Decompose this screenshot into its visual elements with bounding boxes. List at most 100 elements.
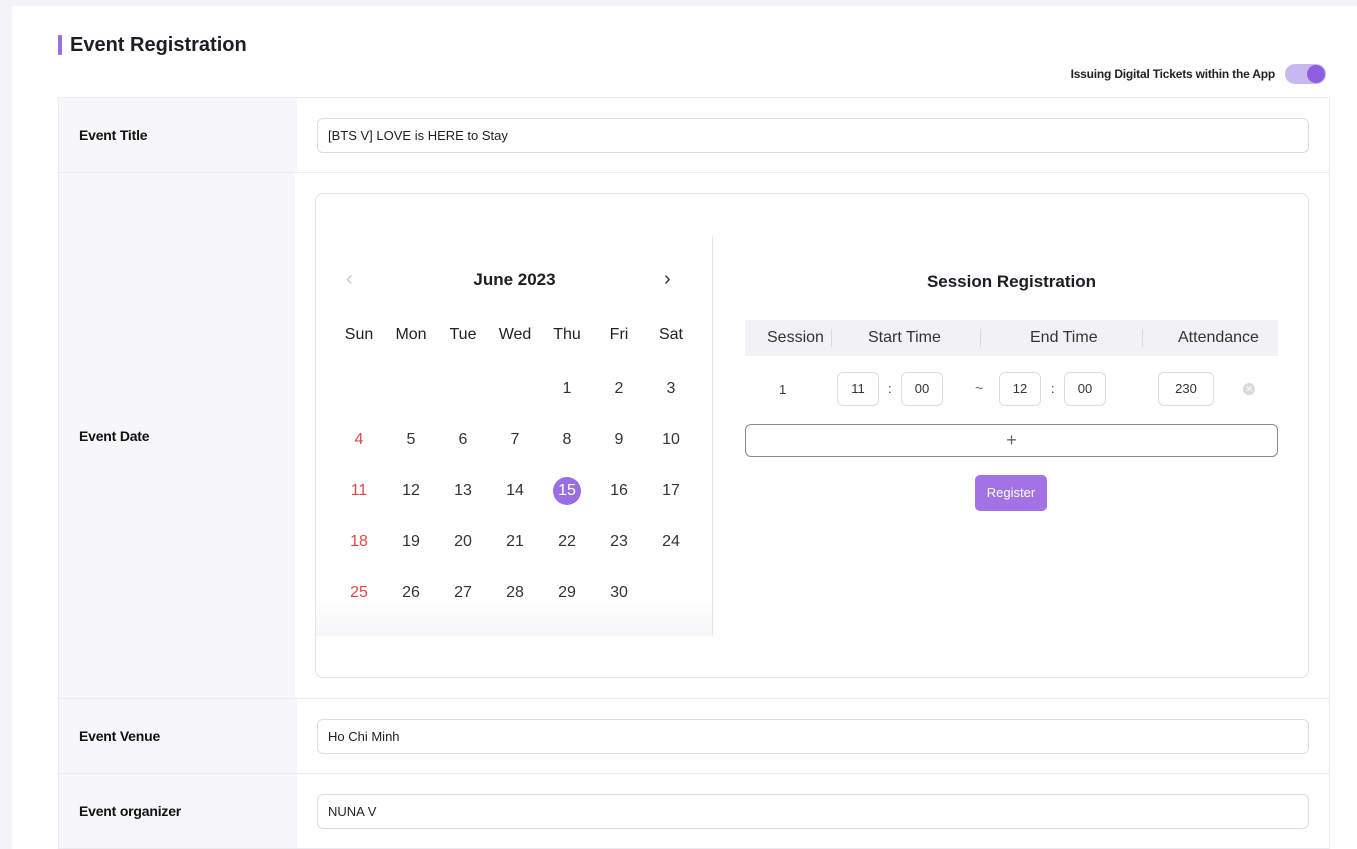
calendar-month: June 2023 [473, 270, 556, 289]
toggle-knob [1307, 65, 1325, 83]
calendar-day[interactable]: 21 [489, 528, 541, 556]
date-picker-panel: ‹ June 2023 › Sun Mon Tue Wed Thu Fri Sa… [315, 193, 1309, 678]
calendar-day[interactable]: 6 [437, 426, 489, 454]
start-hour-input[interactable]: 11 [837, 372, 879, 406]
event-date-cell: ‹ June 2023 › Sun Mon Tue Wed Thu Fri Sa… [295, 173, 1329, 698]
calendar-grid: Sun Mon Tue Wed Thu Fri Sat 1 2 3 4 5 6 … [333, 316, 703, 622]
calendar-day[interactable] [489, 375, 541, 403]
calendar-day[interactable]: 23 [593, 528, 645, 556]
session-number: 1 [779, 382, 787, 397]
calendar-day-selected[interactable]: 15 [541, 477, 593, 505]
register-button[interactable]: Register [975, 475, 1047, 511]
page-title-text: Event Registration [70, 33, 247, 56]
end-minute-input[interactable]: 00 [1064, 372, 1106, 406]
time-range-separator: ~ [975, 380, 984, 396]
calendar-day[interactable]: 22 [541, 528, 593, 556]
calendar-day[interactable]: 10 [645, 426, 697, 454]
weekday-label: Mon [395, 326, 427, 343]
calendar-week: 11 12 13 14 15 16 17 [333, 469, 703, 520]
calendar-day[interactable]: 8 [541, 426, 593, 454]
calendar-day[interactable]: 19 [385, 528, 437, 556]
attendance-input[interactable]: 230 [1158, 372, 1214, 406]
event-organizer-input[interactable] [317, 793, 1309, 829]
calendar-day[interactable]: 3 [645, 375, 697, 403]
calendar-week: 25 26 27 28 29 30 [333, 571, 703, 622]
header-attendance: Attendance [1178, 329, 1259, 346]
event-venue-input[interactable] [317, 718, 1309, 754]
calendar-day[interactable]: 2 [593, 375, 645, 403]
event-title-label: Event Title [59, 98, 297, 172]
calendar-day[interactable]: 1 [541, 375, 593, 403]
calendar-day[interactable]: 17 [645, 477, 697, 505]
calendar-day[interactable]: 11 [333, 477, 385, 505]
event-form: Event Title Event Date ‹ June 2023 › Sun [58, 97, 1330, 849]
selected-day-label: 15 [553, 477, 581, 505]
calendar-day[interactable]: 25 [333, 579, 385, 607]
weekday-label: Fri [609, 326, 629, 343]
event-title-input[interactable] [317, 117, 1309, 153]
header-divider [1142, 329, 1143, 347]
weekday-label: Sat [658, 326, 683, 343]
digital-ticket-label: Issuing Digital Tickets within the App [1070, 67, 1276, 81]
calendar-week: 1 2 3 [333, 367, 703, 418]
digital-ticket-setting: Issuing Digital Tickets within the App [1071, 64, 1326, 84]
calendar-day[interactable] [645, 579, 697, 607]
start-minute-input[interactable]: 00 [901, 372, 943, 406]
page-title: Event Registration [58, 34, 247, 56]
calendar-header: ‹ June 2023 › [316, 266, 713, 296]
calendar-day[interactable]: 18 [333, 528, 385, 556]
weekday-row: Sun Mon Tue Wed Thu Fri Sat [333, 316, 703, 367]
session-title: Session Registration [926, 272, 1097, 291]
event-organizer-cell [297, 774, 1329, 848]
header-divider [980, 329, 981, 347]
calendar-day[interactable]: 14 [489, 477, 541, 505]
calendar-week: 18 19 20 21 22 23 24 [333, 520, 703, 571]
calendar-day[interactable]: 7 [489, 426, 541, 454]
calendar-day[interactable] [333, 375, 385, 403]
weekday-label: Tue [449, 326, 477, 343]
calendar-day[interactable]: 29 [541, 579, 593, 607]
chevron-right-icon[interactable]: › [664, 268, 671, 291]
event-date-label: Event Date [59, 173, 295, 698]
header-session: Session [767, 329, 824, 346]
calendar-day[interactable]: 12 [385, 477, 437, 505]
calendar: ‹ June 2023 › Sun Mon Tue Wed Thu Fri Sa… [316, 236, 713, 636]
add-session-button[interactable]: + [745, 424, 1278, 457]
event-venue-cell [297, 699, 1329, 773]
event-venue-label: Event Venue [59, 699, 297, 773]
session-row: 1 11 : 00 ~ 12 : 00 230 ✕ [745, 370, 1278, 406]
header-start-time: Start Time [868, 329, 941, 346]
calendar-day[interactable]: 4 [333, 426, 385, 454]
calendar-day[interactable] [385, 375, 437, 403]
calendar-day[interactable]: 26 [385, 579, 437, 607]
event-title-cell [297, 98, 1329, 172]
time-colon: : [888, 381, 892, 396]
weekday-label: Thu [553, 326, 581, 343]
end-hour-input[interactable]: 12 [999, 372, 1041, 406]
calendar-day[interactable]: 30 [593, 579, 645, 607]
event-title-row: Event Title [59, 98, 1329, 173]
event-organizer-row: Event organizer [59, 774, 1329, 849]
calendar-day[interactable]: 13 [437, 477, 489, 505]
calendar-day[interactable]: 27 [437, 579, 489, 607]
event-organizer-label: Event organizer [59, 774, 297, 848]
title-accent-bar [58, 35, 62, 55]
weekday-label: Wed [498, 326, 532, 343]
calendar-day[interactable]: 16 [593, 477, 645, 505]
event-date-row: Event Date ‹ June 2023 › Sun Mon Tue Wed [59, 173, 1329, 699]
weekday-label: Sun [344, 326, 374, 343]
calendar-week: 4 5 6 7 8 9 10 [333, 418, 703, 469]
header-end-time: End Time [1030, 329, 1098, 346]
calendar-day[interactable]: 9 [593, 426, 645, 454]
digital-ticket-toggle[interactable] [1285, 64, 1326, 84]
session-table-header: Session Start Time End Time Attendance [745, 320, 1278, 356]
calendar-day[interactable]: 24 [645, 528, 697, 556]
header-divider [831, 329, 832, 347]
remove-session-icon[interactable]: ✕ [1243, 383, 1255, 395]
calendar-day[interactable]: 28 [489, 579, 541, 607]
session-registration: Session Registration Session Start Time … [745, 194, 1278, 677]
calendar-day[interactable]: 5 [385, 426, 437, 454]
time-colon: : [1051, 381, 1055, 396]
calendar-day[interactable] [437, 375, 489, 403]
calendar-day[interactable]: 20 [437, 528, 489, 556]
